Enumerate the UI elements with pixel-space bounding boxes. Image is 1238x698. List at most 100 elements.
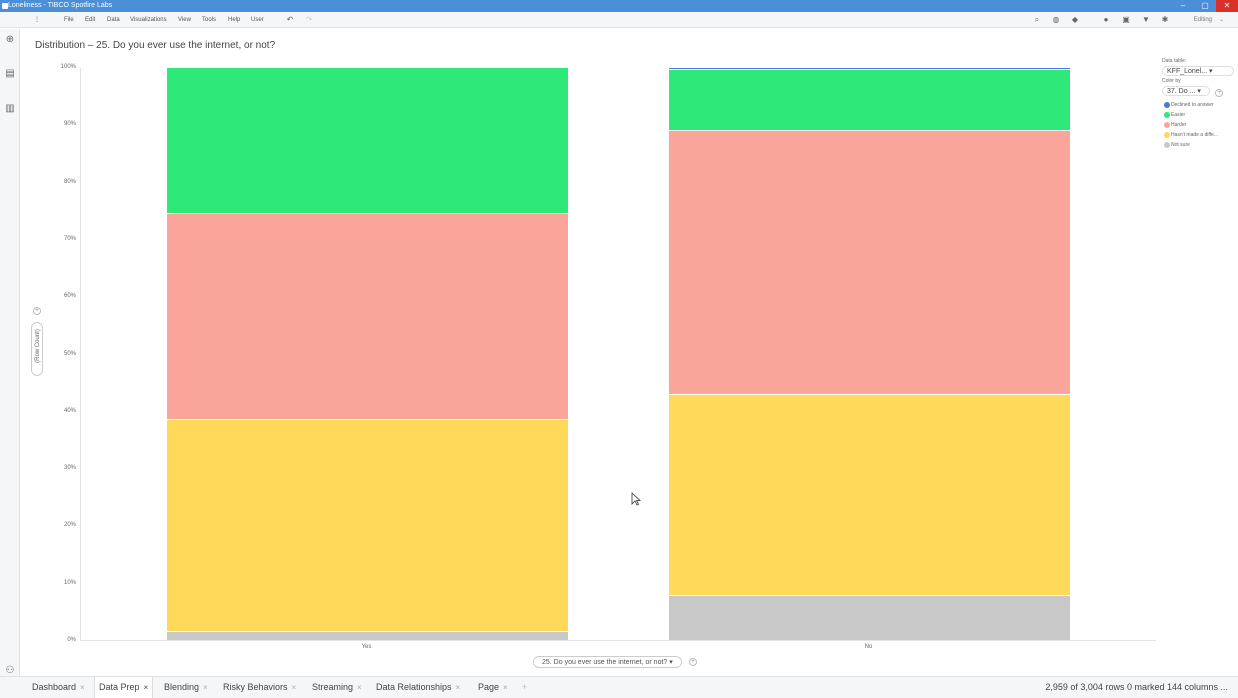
data-panel-icon[interactable]: ▤ xyxy=(5,69,15,79)
y-axis-selector-label: (Row Count) xyxy=(35,329,41,363)
x-axis-selector-label: 25. Do you ever use the internet, or not… xyxy=(542,659,668,666)
legend-item-label: Harder xyxy=(1171,122,1187,128)
legend-color-dot xyxy=(1164,112,1170,118)
close-window-button[interactable]: ✕ xyxy=(1216,0,1238,12)
bar-segment-no-harder[interactable] xyxy=(669,131,1070,395)
color-by-value: 37. Do ... xyxy=(1167,88,1196,95)
add-page-icon[interactable]: + xyxy=(518,677,531,698)
visualization-title: Distribution – 25. Do you ever use the i… xyxy=(35,40,276,51)
page-tab-bar: Dashboard × Data Prep × Blending × Risky Behav… xyxy=(0,676,1238,698)
search-icon[interactable]: ⌕ xyxy=(1033,16,1041,24)
close-tab-icon[interactable]: × xyxy=(292,683,297,692)
color-by-dropdown[interactable]: 37. Do ... ▾ xyxy=(1162,86,1210,96)
globe-icon[interactable]: ◍ xyxy=(1052,16,1060,24)
menu-edit[interactable]: Edit xyxy=(85,12,95,28)
menu-file[interactable]: File xyxy=(64,12,74,28)
tab-label: Data Relationships xyxy=(376,682,452,692)
bar-segment-yes-easier[interactable] xyxy=(167,68,568,214)
bar-segment-yes-harder[interactable] xyxy=(167,214,568,420)
maximize-button[interactable]: ▢ xyxy=(1194,0,1216,12)
legend-item[interactable]: Easier xyxy=(1162,110,1234,120)
bar-segment-no-declined-to-answer[interactable] xyxy=(669,68,1070,70)
y-tick-label: 30% xyxy=(63,465,76,472)
menu-help[interactable]: Help xyxy=(228,12,240,28)
redo-icon[interactable]: ↷ xyxy=(305,16,313,24)
mode-label: Editing xyxy=(1193,17,1212,23)
menu-tools[interactable]: Tools xyxy=(202,12,216,28)
filter-icon[interactable]: ▼ xyxy=(1142,16,1150,24)
x-tick-label: No xyxy=(864,644,873,650)
close-tab-icon[interactable]: × xyxy=(357,683,362,692)
tab-dashboard[interactable]: Dashboard × xyxy=(28,677,89,698)
legend-item[interactable]: Harder xyxy=(1162,120,1234,130)
undo-icon[interactable]: ↶ xyxy=(286,16,294,24)
legend-item[interactable]: Not sure xyxy=(1162,140,1234,150)
tab-blending[interactable]: Blending × xyxy=(160,677,212,698)
tab-page[interactable]: Page × xyxy=(474,677,512,698)
gear-icon[interactable]: ✱ xyxy=(1161,16,1169,24)
menu-user[interactable]: User xyxy=(251,12,264,28)
legend-item[interactable]: Declined to answer xyxy=(1162,100,1234,110)
bar-segment-no-hasn-t-made-a-diffe-[interactable] xyxy=(669,395,1070,595)
close-tab-icon[interactable]: × xyxy=(503,683,508,692)
tab-data-relationships[interactable]: Data Relationships × xyxy=(372,677,464,698)
tab-streaming[interactable]: Streaming × xyxy=(308,677,366,698)
legend-color-dot xyxy=(1164,132,1170,138)
bar-segment-no-easier[interactable] xyxy=(669,70,1070,131)
bell-icon[interactable]: ◆ xyxy=(1071,16,1079,24)
y-tick-label: 40% xyxy=(63,407,76,414)
more-menu-icon[interactable]: ⋮ xyxy=(34,12,40,28)
legend-panel: Data table: KFF_Lonel... ▾ Color by 37. … xyxy=(1162,56,1234,150)
plot-area[interactable] xyxy=(80,68,1156,641)
close-tab-icon[interactable]: × xyxy=(80,683,85,692)
comment-icon[interactable]: ● xyxy=(1102,16,1110,24)
app-icon xyxy=(2,3,8,9)
y-axis-selector[interactable]: (Row Count) xyxy=(31,322,43,376)
color-by-add-icon[interactable]: + xyxy=(1215,89,1224,97)
mode-dropdown[interactable]: Editing ⌄ xyxy=(1188,15,1226,25)
bookmark-icon[interactable]: ▣ xyxy=(1122,16,1130,24)
close-tab-icon[interactable]: × xyxy=(203,683,208,692)
chevron-down-icon: ⌄ xyxy=(1218,17,1224,23)
bar-segment-yes-hasn-t-made-a-diffe-[interactable] xyxy=(167,420,568,631)
tab-label: Risky Behaviors xyxy=(223,682,288,692)
menu-data[interactable]: Data xyxy=(107,12,120,28)
data-table-value: KFF_Lonel... xyxy=(1167,68,1208,75)
left-rail: ⊕ ▤ ▥ ⚇ xyxy=(0,29,20,680)
y-tick-label: 80% xyxy=(63,178,76,185)
tab-label: Streaming xyxy=(312,682,354,692)
data-table-label: Data table: xyxy=(1162,58,1187,64)
legend-item-label: Easier xyxy=(1171,112,1186,118)
y-axis-add-icon[interactable]: + xyxy=(33,307,41,315)
window-title: Loneliness - TIBCO Spotfire Labs xyxy=(8,2,113,9)
y-tick-label: 70% xyxy=(63,235,76,242)
menu-visualizations[interactable]: Visualizations xyxy=(130,12,167,28)
minimize-button[interactable]: – xyxy=(1172,0,1194,12)
status-bar-text: 2,959 of 3,004 rows 0 marked 144 columns… xyxy=(1045,682,1228,692)
legend-item[interactable]: Hasn't made a diffe... xyxy=(1162,130,1234,140)
visualizations-icon[interactable]: ▥ xyxy=(5,104,15,114)
menu-bar: ⋮ File Edit Data Visualizations View Too… xyxy=(0,12,1238,28)
legend-color-dot xyxy=(1164,142,1170,148)
y-tick-label: 90% xyxy=(63,121,76,128)
menu-view[interactable]: View xyxy=(178,12,191,28)
tab-risky-behaviors[interactable]: Risky Behaviors × xyxy=(219,677,300,698)
color-by-label: Color by xyxy=(1162,78,1181,84)
tab-data-prep[interactable]: Data Prep × xyxy=(94,677,154,698)
x-axis-add-icon[interactable]: + xyxy=(689,658,697,666)
tab-label: Dashboard xyxy=(32,682,77,692)
add-icon[interactable]: ⊕ xyxy=(5,35,15,45)
tab-label: Data Prep xyxy=(99,682,140,692)
data-flow-icon[interactable]: ⚇ xyxy=(5,666,15,676)
y-tick-label: 10% xyxy=(63,579,76,586)
tab-label: Page xyxy=(478,682,500,692)
bar-segment-yes-not-sure[interactable] xyxy=(167,631,568,640)
y-tick-label: 20% xyxy=(63,522,76,529)
x-axis-selector[interactable]: 25. Do you ever use the internet, or not… xyxy=(533,656,682,668)
window-titlebar: Loneliness - TIBCO Spotfire Labs xyxy=(0,0,1238,12)
close-tab-icon[interactable]: × xyxy=(144,683,149,692)
data-table-dropdown[interactable]: KFF_Lonel... ▾ xyxy=(1162,66,1234,76)
close-tab-icon[interactable]: × xyxy=(456,683,461,692)
legend-items: Declined to answer Easier Harder Hasn't mad… xyxy=(1162,100,1234,150)
bar-segment-no-not-sure[interactable] xyxy=(669,595,1070,640)
